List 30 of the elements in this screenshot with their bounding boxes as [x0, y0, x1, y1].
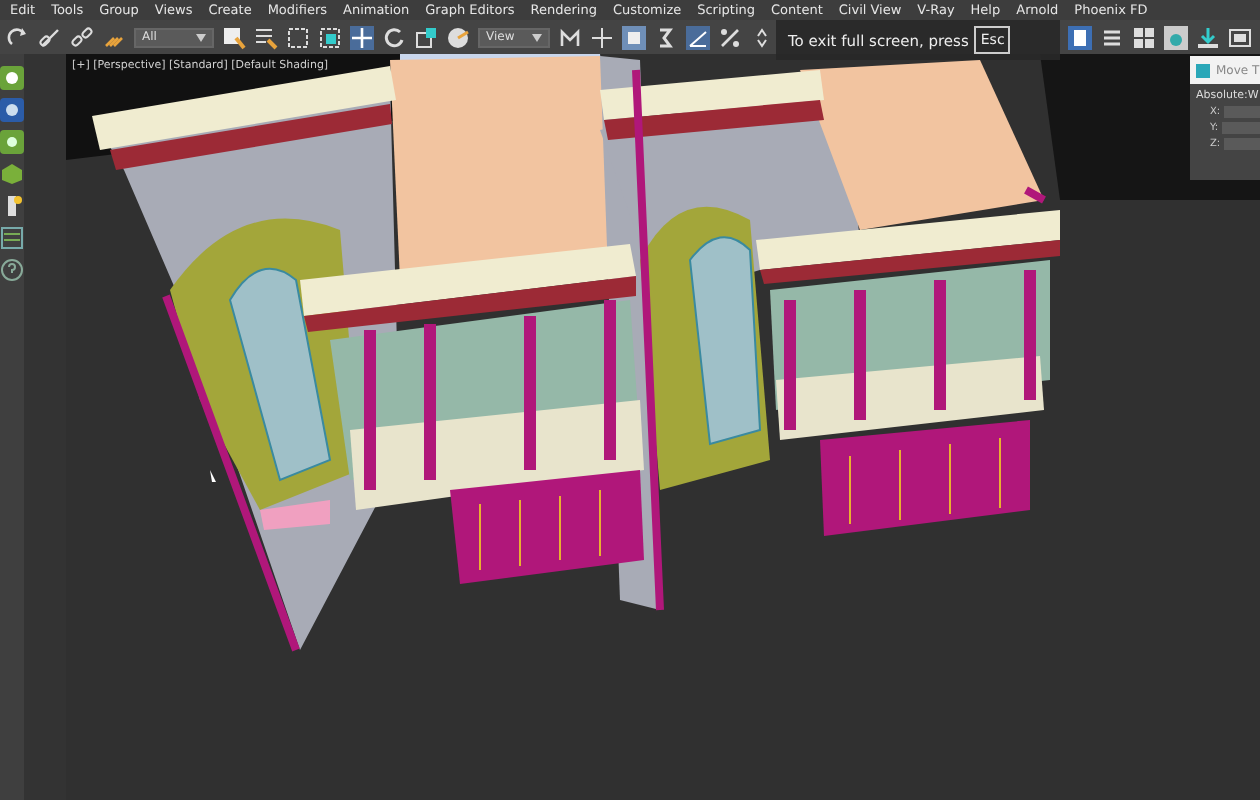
layout-icon[interactable]	[1068, 25, 1092, 49]
caret-icon	[196, 33, 206, 41]
grid-icon[interactable]	[1132, 25, 1156, 49]
percent-snap-icon[interactable]	[718, 25, 742, 49]
rotate-icon[interactable]	[382, 25, 406, 49]
layers-icon[interactable]	[1100, 25, 1124, 49]
angle-snap-icon[interactable]	[686, 25, 710, 49]
scale-icon[interactable]	[414, 25, 438, 49]
material-editor-icon[interactable]	[1164, 25, 1188, 49]
link-icon[interactable]	[38, 25, 62, 49]
render-setup-icon[interactable]	[1196, 25, 1220, 49]
hierarchy-icon[interactable]	[0, 130, 24, 154]
modify-icon[interactable]	[0, 98, 24, 122]
manipulate-icon[interactable]	[590, 25, 614, 49]
unlink-icon[interactable]	[70, 25, 94, 49]
app-logo-icon	[1196, 63, 1210, 77]
select-by-name-icon[interactable]	[254, 25, 278, 49]
help-icon[interactable]	[0, 258, 24, 282]
utilities-icon[interactable]	[0, 226, 24, 250]
caret-icon	[532, 33, 542, 41]
select-object-icon[interactable]	[222, 25, 246, 49]
snap-icon[interactable]	[654, 25, 678, 49]
render-frame-icon[interactable]	[1228, 25, 1252, 49]
move-icon[interactable]	[350, 25, 374, 49]
placement-icon[interactable]	[446, 25, 470, 49]
motion-icon[interactable]	[0, 162, 24, 186]
rectangle-selection-icon[interactable]	[286, 25, 310, 49]
redo-icon[interactable]	[6, 25, 30, 49]
window-crossing-icon[interactable]	[318, 25, 342, 49]
create-icon[interactable]	[0, 66, 24, 90]
